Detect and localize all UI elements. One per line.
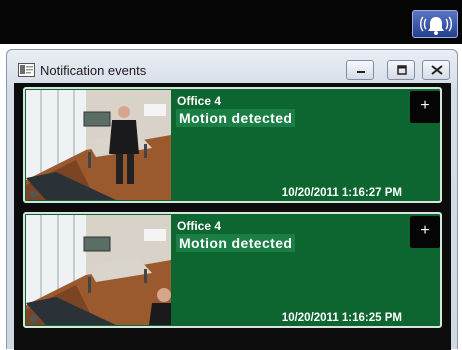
alarm-notification-button[interactable]: [412, 10, 458, 38]
expand-button[interactable]: +: [410, 216, 440, 248]
expand-button[interactable]: +: [410, 91, 440, 123]
camera-snapshot[interactable]: [26, 90, 171, 200]
minimize-icon: [357, 71, 365, 73]
event-timestamp: 10/20/2011 1:16:25 PM: [281, 312, 402, 324]
minimize-button[interactable]: [346, 60, 374, 80]
restore-button[interactable]: [387, 60, 415, 80]
camera-snapshot[interactable]: [26, 215, 171, 325]
camera-name: Office 4: [177, 94, 222, 108]
window-title: Notification events: [40, 63, 147, 78]
notification-card[interactable]: Office 4 Motion detected + 10/20/2011 1:…: [23, 212, 442, 328]
close-icon: [431, 65, 443, 75]
restore-icon: [397, 65, 407, 75]
notification-events-window: Notification events Office 4 Motion dete…: [6, 49, 458, 350]
top-toolbar: [0, 0, 462, 44]
notification-card[interactable]: Office 4 Motion detected + 10/20/2011 1:…: [23, 87, 442, 203]
notification-list: Office 4 Motion detected + 10/20/2011 1:…: [14, 83, 451, 350]
event-type: Motion detected: [176, 234, 296, 252]
window-app-icon: [18, 63, 35, 77]
alarm-bell-icon: [420, 16, 452, 35]
camera-name: Office 4: [177, 219, 222, 233]
event-timestamp: 10/20/2011 1:16:27 PM: [281, 187, 402, 199]
close-button[interactable]: [422, 60, 450, 80]
event-type: Motion detected: [176, 109, 296, 127]
